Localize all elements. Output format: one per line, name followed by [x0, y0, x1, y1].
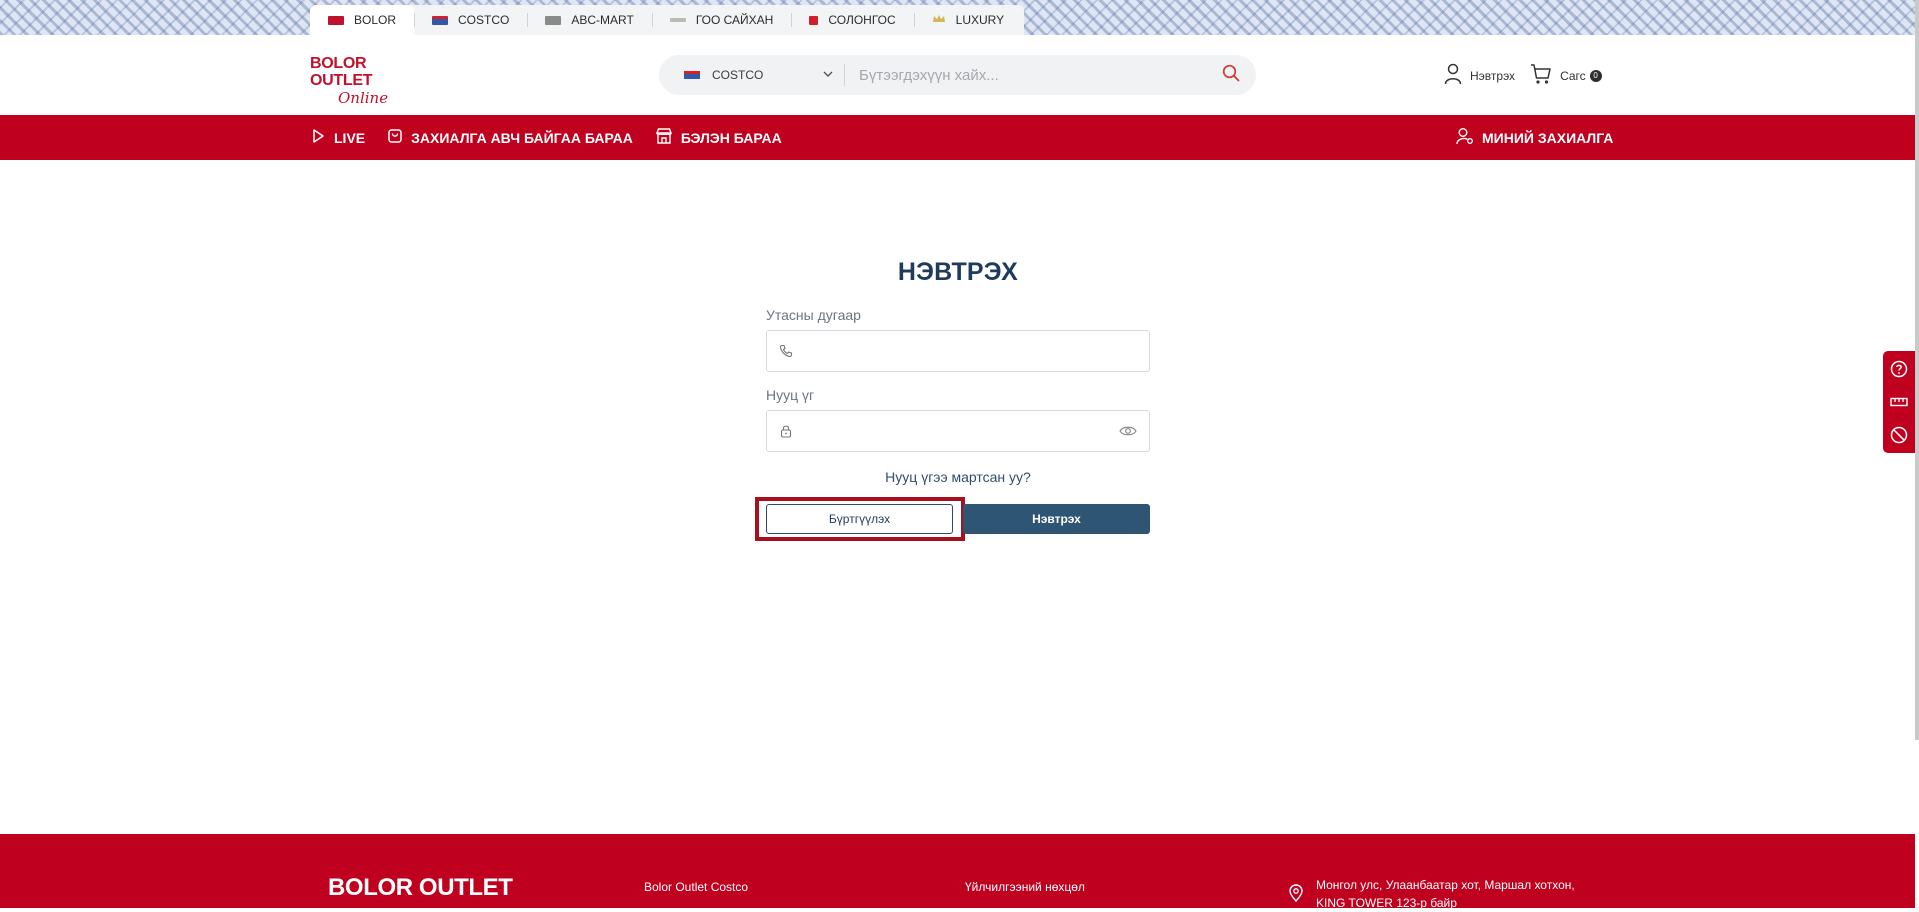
search-icon	[1222, 64, 1240, 87]
abc-mart-logo-icon	[545, 15, 562, 25]
footer-address-line2: KING TOWER 123-р байр	[1316, 896, 1457, 910]
login-link-label: Нэвтрэх	[1470, 68, 1516, 83]
nav-item-in-stock[interactable]: БЭЛЭН БАРАА	[655, 127, 782, 148]
footer-address-line1: Монгол улс, Улаанбаатар хот, Маршал хотх…	[1316, 878, 1575, 892]
solongos-logo-icon	[809, 15, 819, 25]
phone-label: Утасны дугаар	[766, 307, 861, 323]
nav-my-orders-label: МИНИЙ ЗАХИАЛГА	[1482, 129, 1614, 146]
password-input[interactable]	[805, 410, 1107, 452]
store-tab-label: COSTCO	[458, 13, 510, 27]
store-tab-goo-saikhan[interactable]: ГОО САЙХАН	[651, 5, 792, 35]
store-tab-costco[interactable]: COSTCO	[414, 5, 527, 35]
password-field	[766, 410, 1150, 452]
store-icon	[655, 127, 673, 148]
header-actions: Нэвтрэх Сагс 0	[1444, 63, 1602, 88]
cart-icon	[1530, 63, 1552, 88]
main-nav: LIVE ЗАХИАЛГА АВЧ БАЙГАА БАРАА БЭЛЭН БАР…	[0, 115, 1915, 160]
header: BOLOR OUTLET Online COSTCO Нэвтрэх	[0, 35, 1919, 115]
store-select-value: COSTCO	[712, 68, 764, 82]
footer-link-terms[interactable]: Үйлчилгээний нөхцөл	[965, 880, 1085, 894]
brand-line1: BOLOR OUTLET	[310, 55, 373, 89]
store-tab-label: СОЛОНГОС	[828, 13, 896, 27]
store-tab-solongos[interactable]: СОЛОНГОС	[791, 5, 913, 35]
side-tools	[1883, 351, 1915, 453]
search-bar: COSTCO	[659, 54, 1256, 96]
bolor-logo-icon	[328, 15, 344, 25]
play-icon	[310, 128, 326, 147]
footer-brand: BOLOR OUTLET	[328, 874, 513, 901]
store-tab-bolor[interactable]: BOLOR	[310, 5, 415, 35]
store-tabs: BOLOR COSTCO ABC-MART ГОО САЙХАН СОЛОНГО…	[310, 5, 1024, 35]
store-tab-label: LUXURY	[955, 13, 1005, 27]
store-tab-label: BOLOR	[354, 13, 397, 27]
store-tab-abc-mart[interactable]: ABC-MART	[527, 5, 651, 35]
costco-logo-icon	[684, 71, 700, 79]
footer: BOLOR OUTLET Bolor Outlet Costco Үйлчилг…	[0, 834, 1915, 910]
location-pin-icon	[1288, 884, 1304, 907]
page-scrollbar[interactable]	[1915, 0, 1919, 740]
nav-item-label: LIVE	[334, 129, 366, 146]
store-tab-label: ABC-MART	[571, 13, 634, 27]
nav-my-orders[interactable]: МИНИЙ ЗАХИАЛГА	[1456, 115, 1613, 160]
search-button[interactable]	[1206, 55, 1256, 95]
cart-link-label: Сагс	[1560, 68, 1586, 83]
cart-link[interactable]: Сагс 0	[1530, 63, 1602, 88]
login-title: НЭВТРЭХ	[897, 258, 1019, 286]
chevron-down-icon	[822, 68, 834, 83]
store-select[interactable]: COSTCO	[659, 55, 844, 95]
goo-saikhan-logo-icon	[669, 18, 686, 22]
brand-logo[interactable]: BOLOR OUTLET Online	[310, 55, 422, 107]
crown-icon	[932, 13, 946, 27]
user-settings-icon	[1456, 127, 1474, 148]
bag-icon	[387, 128, 403, 147]
cart-count-badge: 0	[1589, 69, 1602, 82]
brand-line2: Online	[338, 89, 389, 107]
register-button[interactable]: Бүртгүүлэх	[766, 504, 953, 534]
costco-logo-icon	[432, 15, 449, 25]
nav-item-label: БЭЛЭН БАРАА	[680, 129, 782, 146]
store-tab-label: ГОО САЙХАН	[695, 13, 774, 27]
help-icon[interactable]	[1890, 360, 1908, 378]
block-icon[interactable]	[1890, 426, 1908, 444]
user-icon	[1444, 63, 1462, 88]
phone-field	[766, 330, 1150, 372]
password-label: Нууц үг	[766, 387, 815, 403]
nav-item-label: ЗАХИАЛГА АВЧ БАЙГАА БАРАА	[411, 129, 633, 146]
lock-icon	[767, 424, 805, 438]
store-tab-luxury[interactable]: LUXURY	[913, 5, 1022, 35]
nav-left: LIVE ЗАХИАЛГА АВЧ БАЙГАА БАРАА БЭЛЭН БАР…	[310, 115, 782, 160]
login-link[interactable]: Нэвтрэх	[1444, 63, 1515, 88]
ruler-icon[interactable]	[1890, 397, 1908, 407]
search-input[interactable]	[845, 54, 1206, 96]
show-password-eye-icon[interactable]	[1107, 425, 1149, 437]
footer-address: Монгол улс, Улаанбаатар хот, Маршал хотх…	[1316, 876, 1606, 912]
footer-link-costco[interactable]: Bolor Outlet Costco	[644, 880, 748, 894]
phone-icon	[767, 344, 805, 358]
forgot-password-link[interactable]: Нууц үгээ мартсан уу?	[766, 469, 1150, 485]
nav-item-preorder[interactable]: ЗАХИАЛГА АВЧ БАЙГАА БАРАА	[387, 128, 633, 147]
store-strip: BOLOR COSTCO ABC-MART ГОО САЙХАН СОЛОНГО…	[0, 0, 1919, 35]
login-button[interactable]: Нэвтрэх	[963, 504, 1150, 534]
phone-input[interactable]	[805, 330, 1149, 372]
nav-item-live[interactable]: LIVE	[310, 128, 365, 147]
